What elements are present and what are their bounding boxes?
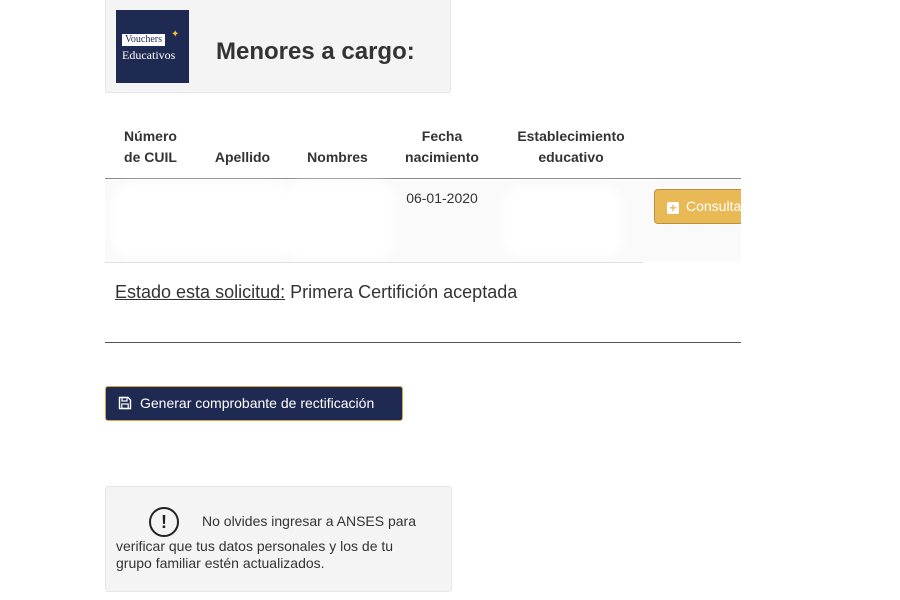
notice-text-line1: No olvides ingresar a ANSES para (202, 513, 416, 529)
column-header-establecimiento-line2: educativo (538, 149, 604, 165)
vouchers-educativos-logo: Vouchers ✦ Educativos (116, 10, 189, 83)
consult-button-label: Consultar (686, 198, 741, 214)
header-card: Vouchers ✦ Educativos Menores a cargo: (105, 0, 451, 93)
notice-text-line2: verificar que tus datos personales y los… (116, 538, 394, 554)
column-header-fecha: Fecha nacimiento (392, 126, 492, 168)
status-divider (105, 342, 741, 343)
column-header-fecha-line1: Fecha (421, 128, 463, 144)
redacted-cuil-cell (120, 192, 285, 250)
page-title: Menores a cargo: (216, 38, 415, 65)
logo-sparkle-icon: ✦ (171, 29, 180, 40)
column-header-establecimiento-line1: Establecimiento (517, 128, 625, 144)
column-header-nombres: Nombres (307, 149, 368, 165)
column-header-fecha-line2: nacimiento (405, 149, 479, 165)
generate-receipt-button[interactable]: Generar comprobante de rectificación (105, 386, 403, 421)
logo-text-top: Vouchers (122, 34, 166, 46)
plus-square-icon: + (667, 202, 679, 214)
birth-date-cell: 06-01-2020 (406, 190, 478, 206)
logo-text-bottom: Educativos (122, 48, 176, 62)
table-row-divider (105, 262, 643, 263)
table-header-divider (105, 178, 741, 179)
column-header-cuil: Número de CUIL (113, 126, 188, 168)
anses-notice: ! No olvides ingresar a ANSES para verif… (105, 486, 452, 592)
column-header-cuil-line1: Número (124, 128, 177, 144)
column-header-apellido: Apellido (214, 149, 271, 165)
request-status: Estado esta solicitud: Primera Certifici… (115, 281, 517, 303)
exclamation-circle-icon: ! (149, 507, 179, 537)
column-header-establecimiento: Establecimiento educativo (506, 126, 636, 168)
consult-button[interactable]: + Consultar (654, 189, 741, 224)
generate-receipt-label: Generar comprobante de rectificación (140, 395, 375, 411)
redacted-names-cell (292, 190, 387, 252)
notice-text-line3: grupo familiar estén actualizados. (116, 555, 325, 571)
request-status-label: Estado esta solicitud: (115, 282, 286, 302)
save-icon (118, 389, 132, 422)
column-header-cuil-line2: de CUIL (124, 149, 177, 165)
redacted-school-cell (510, 195, 615, 250)
request-status-value: Primera Certifición aceptada (290, 282, 518, 302)
